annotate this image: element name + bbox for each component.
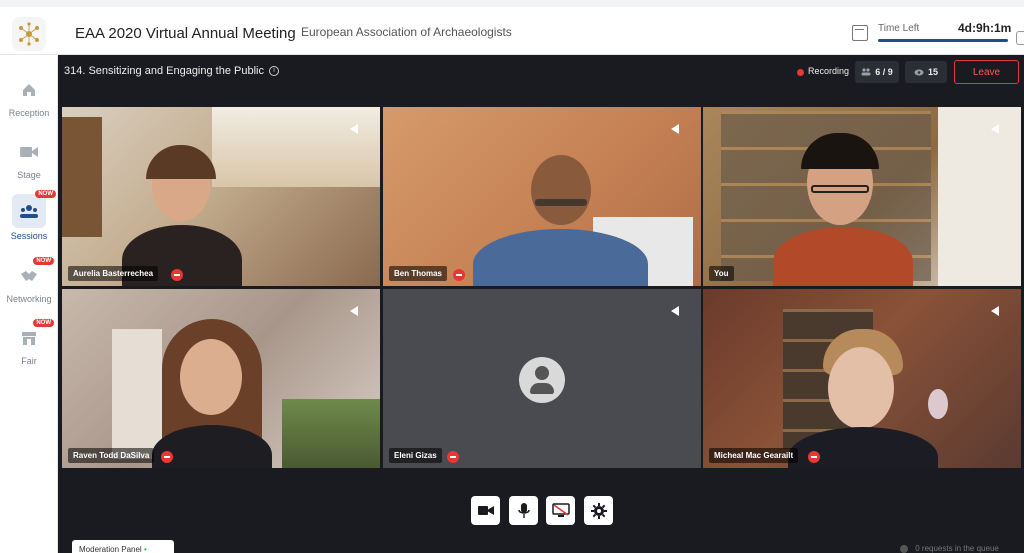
time-left-value: 4d:9h:1m (958, 21, 1012, 35)
participant-name-tag: You (709, 266, 734, 281)
video-tile[interactable]: Eleni Gizas (383, 289, 701, 468)
speaker-icon[interactable] (671, 306, 680, 316)
video-background-light (928, 389, 948, 419)
queue-status: 0 requests in the queue (900, 544, 999, 553)
time-left-progress-fill (878, 39, 1008, 42)
status-dot-icon: • (143, 545, 147, 553)
muted-icon (808, 451, 820, 463)
people-icon (861, 68, 871, 76)
video-background-shelf (62, 117, 102, 237)
session-stage: 314. Sensitizing and Engaging the Public… (58, 55, 1024, 553)
queue-status-text: 0 requests in the queue (915, 544, 999, 553)
participants-count-value: 6 / 9 (875, 67, 893, 77)
sidebar-item-networking[interactable]: NOW Networking (0, 257, 58, 319)
viewers-count-value: 15 (927, 67, 938, 77)
leave-button[interactable]: Leave (954, 60, 1019, 84)
speaker-icon[interactable] (350, 306, 359, 316)
time-left-progress (878, 39, 1008, 42)
muted-icon (171, 269, 183, 281)
settings-button[interactable] (584, 496, 613, 525)
viewers-count[interactable]: 15 (905, 61, 947, 83)
participant-name-tag: Raven Todd DaSilva (68, 448, 155, 463)
user-avatar-icon (519, 357, 565, 403)
moderation-panel-tab[interactable]: Moderation Panel • (72, 540, 174, 553)
muted-icon (161, 451, 173, 463)
participant-name-tag: Ben Thomas (389, 266, 448, 281)
eye-icon (914, 69, 924, 75)
sidebar-item-fair[interactable]: NOW Fair (0, 319, 58, 381)
left-sidebar: Reception Stage NOW Sessions NOW Network… (0, 55, 58, 553)
microphone-toggle-button[interactable] (509, 496, 538, 525)
video-background-plants (282, 399, 380, 468)
event-logo[interactable] (12, 17, 46, 51)
queue-icon (900, 544, 908, 553)
participant-figure (531, 155, 591, 225)
camera-toggle-button[interactable] (471, 496, 500, 525)
session-title-text: 314. Sensitizing and Engaging the Public (64, 65, 264, 77)
settings-icon (590, 502, 607, 519)
muted-icon (447, 451, 459, 463)
event-title: EAA 2020 Virtual Annual Meeting (75, 25, 296, 42)
top-header: EAA 2020 Virtual Annual Meeting European… (0, 0, 1024, 55)
sidebar-item-label: Networking (6, 294, 52, 304)
participant-hair (146, 145, 216, 179)
calendar-icon[interactable] (852, 25, 868, 41)
screen-share-button[interactable] (546, 496, 575, 525)
sessions-icon: NOW (12, 190, 56, 228)
video-tile[interactable]: Raven Todd DaSilva (62, 289, 380, 468)
video-tile[interactable]: Aurelia Basterrechea (62, 107, 380, 286)
sidebar-item-sessions[interactable]: NOW Sessions (0, 190, 58, 252)
screen-share-icon (551, 503, 570, 517)
now-badge: NOW (33, 257, 54, 265)
now-badge: NOW (33, 319, 54, 327)
microphone-icon (517, 502, 530, 518)
now-badge: NOW (35, 190, 56, 198)
time-left-label: Time Left (878, 23, 920, 34)
participant-glasses (811, 185, 869, 193)
speaker-icon[interactable] (991, 124, 1000, 134)
app-root: EAA 2020 Virtual Annual Meeting European… (0, 0, 1024, 553)
sidebar-item-label: Reception (8, 108, 50, 118)
home-icon (14, 75, 44, 105)
sidebar-item-reception[interactable]: Reception (0, 75, 58, 133)
muted-icon (453, 269, 465, 281)
participant-figure (828, 347, 894, 429)
video-tile[interactable]: You (703, 107, 1021, 286)
video-background-door (112, 329, 162, 459)
sidebar-item-stage[interactable]: Stage (0, 137, 58, 195)
video-tile[interactable]: Micheal Mac Gearailt (703, 289, 1021, 468)
recording-label: Recording (808, 66, 850, 76)
speaker-icon[interactable] (350, 124, 359, 134)
participant-figure (180, 339, 242, 415)
participant-glasses (535, 199, 587, 206)
speaker-icon[interactable] (991, 306, 1000, 316)
video-tile[interactable]: Ben Thomas (383, 107, 701, 286)
moderation-panel-label: Moderation Panel (79, 545, 142, 553)
video-camera-icon (14, 137, 44, 167)
video-background-wall (938, 107, 1021, 286)
session-title: 314. Sensitizing and Engaging the Public… (64, 65, 280, 77)
camera-icon (477, 506, 494, 515)
handshake-icon: NOW (14, 257, 54, 291)
video-background-bookshelf (212, 107, 380, 187)
booth-icon: NOW (14, 319, 54, 353)
participant-name-tag: Micheal Mac Gearailt (709, 448, 799, 463)
info-icon[interactable]: i (269, 66, 280, 77)
header-edge-button[interactable] (1016, 31, 1024, 45)
recording-indicator-icon (797, 69, 804, 76)
speaker-icon[interactable] (671, 124, 680, 134)
participant-name-tag: Eleni Gizas (389, 448, 442, 463)
sidebar-item-label: Fair (21, 356, 37, 366)
sidebar-item-label: Stage (17, 170, 41, 180)
participants-count[interactable]: 6 / 9 (855, 61, 899, 83)
sidebar-item-label: Sessions (10, 231, 48, 241)
organization-name[interactable]: European Association of Archaeologists (301, 25, 512, 39)
participant-name-tag: Aurelia Basterrechea (68, 266, 159, 281)
